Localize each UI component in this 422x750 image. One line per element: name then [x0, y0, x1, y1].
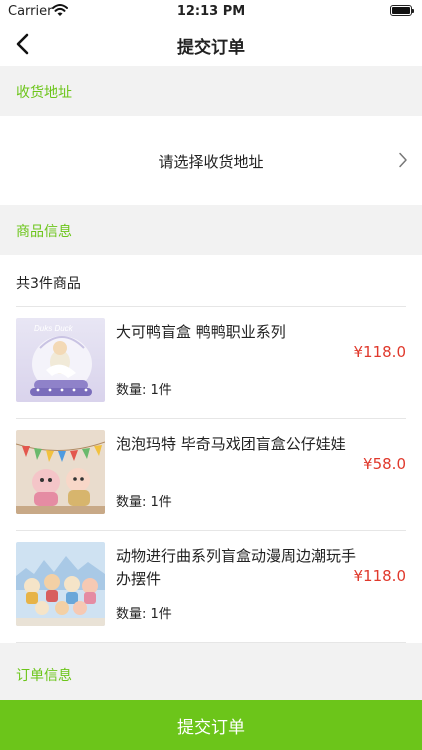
chevron-right-icon	[399, 152, 407, 168]
product-image: Duks Duck	[16, 318, 105, 402]
clock: 12:13 PM	[176, 4, 246, 19]
order-info-section-header: 订单信息	[0, 643, 422, 700]
product-image-caption: Duks Duck	[34, 324, 74, 333]
page-title: 提交订单	[177, 38, 245, 58]
product-image	[16, 430, 105, 514]
product-image	[16, 542, 105, 626]
product-price: ¥118.0	[353, 567, 407, 585]
address-section-header: 收货地址	[0, 66, 422, 116]
select-address-row[interactable]: 请选择收货地址	[0, 116, 422, 205]
submit-order-button[interactable]: 提交订单	[0, 700, 422, 750]
goods-count: 共3件商品	[16, 276, 81, 292]
product-name: 大可鸭盲盒 鸭鸭职业系列	[116, 323, 286, 341]
product-item[interactable]: 动物进行曲系列盲盒动漫周边潮玩手办摆件 ¥118.0 数量: 1件	[0, 531, 422, 643]
order-info-section-title: 订单信息	[16, 668, 72, 684]
product-item[interactable]: 泡泡玛特 毕奇马戏团盲盒公仔娃娃 ¥58.0 数量: 1件	[0, 419, 422, 531]
product-quantity: 数量: 1件	[116, 383, 172, 398]
goods-section-title: 商品信息	[16, 224, 72, 240]
select-address-label: 请选择收货地址	[158, 153, 264, 171]
product-price: ¥118.0	[353, 343, 407, 361]
navigation-bar: 提交订单	[0, 22, 422, 66]
product-price: ¥58.0	[363, 455, 406, 473]
back-chevron-icon[interactable]	[10, 30, 38, 58]
goods-list: 共3件商品 Duks Duck 大可鸭盲盒 鸭鸭职业系列 ¥118.0 数量: …	[0, 255, 422, 643]
address-section-title: 收货地址	[16, 85, 72, 101]
product-name: 动物进行曲系列盲盒动漫周边潮玩手办摆件	[116, 547, 357, 588]
goods-section-header: 商品信息	[0, 205, 422, 255]
status-bar: Carrier 12:13 PM	[0, 0, 422, 22]
submit-order-label: 提交订单	[177, 718, 245, 738]
product-quantity: 数量: 1件	[116, 607, 172, 622]
product-name: 泡泡玛特 毕奇马戏团盲盒公仔娃娃	[116, 435, 346, 453]
battery-icon	[390, 5, 414, 16]
product-item[interactable]: Duks Duck 大可鸭盲盒 鸭鸭职业系列 ¥118.0 数量: 1件	[0, 307, 422, 419]
product-quantity: 数量: 1件	[116, 495, 172, 510]
